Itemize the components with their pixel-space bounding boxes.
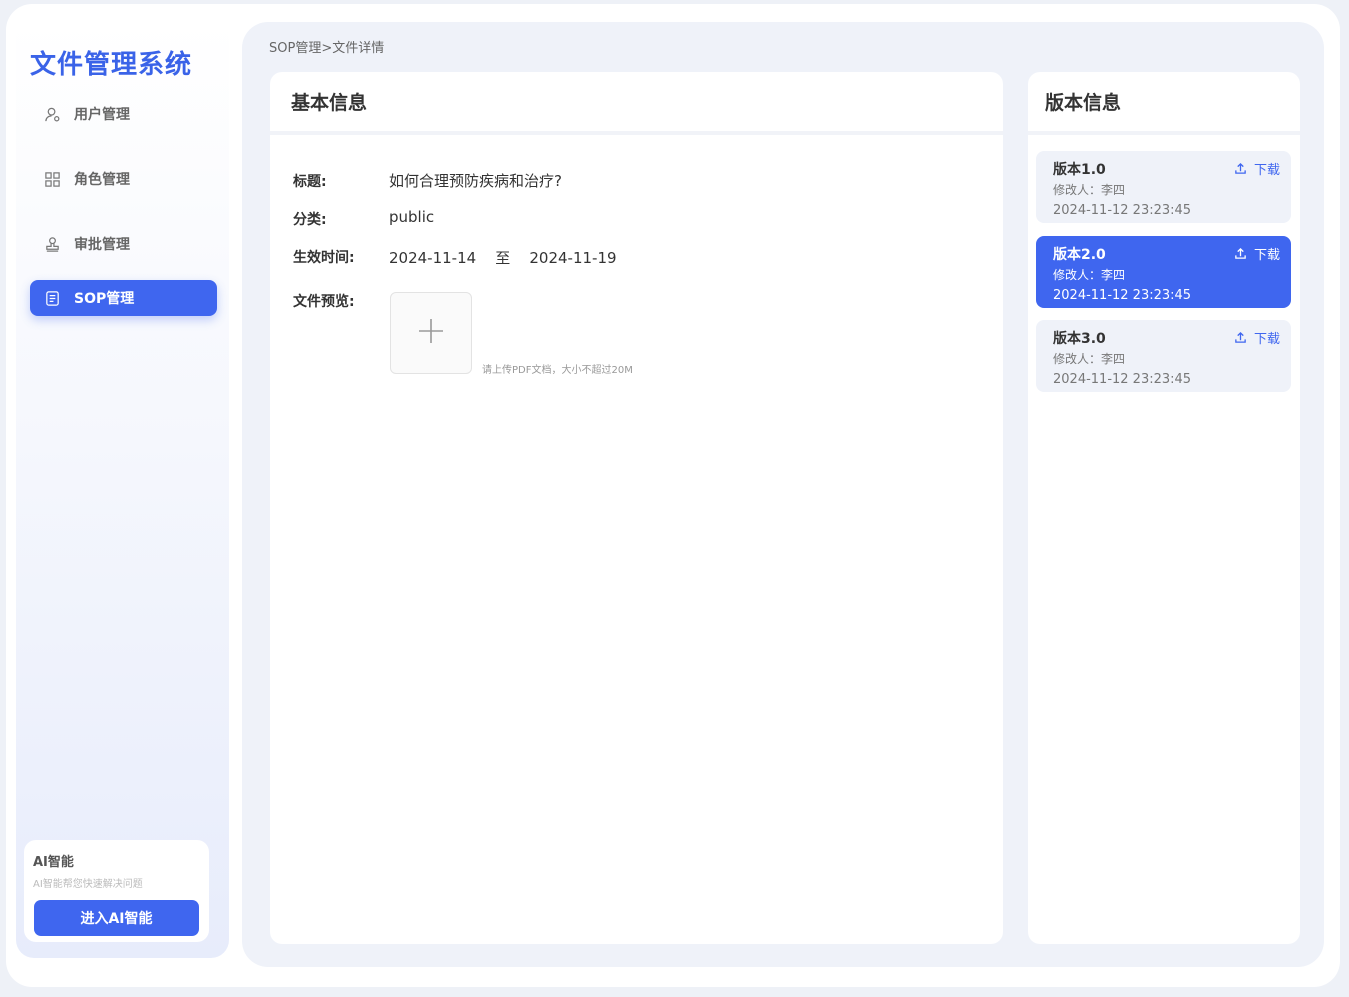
version-editor: 修改人：李四 <box>1053 268 1126 282</box>
title-value: 如何合理预防疾病和治疗? <box>389 172 562 190</box>
plus-icon <box>416 316 446 350</box>
version-editor: 修改人：李四 <box>1053 183 1126 197</box>
sidebar-item-sop[interactable]: SOP管理 <box>30 280 217 316</box>
upload-icon <box>1235 162 1246 174</box>
download-label: 下载 <box>1253 248 1280 263</box>
effective-time-label: 生效时间: <box>293 250 355 266</box>
upload-file-button[interactable] <box>390 292 472 374</box>
sidebar-item-approvals[interactable]: 审批管理 <box>30 226 217 262</box>
main-content: SOP管理>文件详情 基本信息 标题: 如何合理预防疾病和治疗? 分类: pub… <box>242 22 1324 967</box>
ai-card-title: AI智能 <box>33 855 74 870</box>
app-title: 文件管理系统 <box>30 50 193 80</box>
sidebar-item-users[interactable]: 用户管理 <box>30 96 217 132</box>
version-name: 版本3.0 <box>1053 331 1106 347</box>
ai-card-description: AI智能帮您快速解决问题 <box>33 879 143 890</box>
download-label: 下载 <box>1253 332 1280 347</box>
user-icon <box>43 105 61 123</box>
version-name: 版本2.0 <box>1053 247 1106 263</box>
version-editor: 修改人：李四 <box>1053 352 1126 366</box>
ai-card: AI智能 AI智能帮您快速解决问题 进入AI智能 <box>24 840 209 942</box>
enter-ai-button[interactable]: 进入AI智能 <box>34 900 199 936</box>
sidebar: 文件管理系统 用户管理 角色管理 审批管理 SOP管理 AI智能 AI智能帮您快… <box>16 20 229 958</box>
grid-icon <box>43 170 61 188</box>
title-label: 标题: <box>293 174 327 190</box>
version-time: 2024-11-12 23:23:45 <box>1053 203 1192 218</box>
version-name: 版本1.0 <box>1053 162 1106 178</box>
version-card[interactable]: 版本3.0 下载 修改人：李四 2024-11-12 23:23:45 <box>1036 320 1291 392</box>
basic-info-panel: 基本信息 标题: 如何合理预防疾病和治疗? 分类: public 生效时间: 2… <box>270 72 1003 944</box>
effective-start-date: 2024-11-14 <box>389 249 477 267</box>
download-link[interactable]: 下载 <box>1234 244 1280 263</box>
upload-icon <box>1235 331 1246 343</box>
sidebar-item-label: SOP管理 <box>74 291 135 307</box>
stamp-icon <box>43 235 61 253</box>
download-label: 下载 <box>1253 163 1280 178</box>
download-link[interactable]: 下载 <box>1234 328 1280 347</box>
sidebar-item-label: 审批管理 <box>74 237 130 253</box>
version-info-header: 版本信息 <box>1028 72 1300 135</box>
basic-info-header: 基本信息 <box>270 72 1003 135</box>
version-card-selected[interactable]: 版本2.0 下载 修改人：李四 2024-11-12 23:23:45 <box>1036 236 1291 308</box>
download-link[interactable]: 下载 <box>1234 159 1280 178</box>
effective-time-range: 2024-11-14 至 2024-11-19 <box>389 247 617 268</box>
sidebar-item-roles[interactable]: 角色管理 <box>30 161 217 197</box>
version-card[interactable]: 版本1.0 下载 修改人：李四 2024-11-12 23:23:45 <box>1036 151 1291 223</box>
sidebar-item-label: 角色管理 <box>74 172 130 188</box>
category-label: 分类: <box>293 212 327 228</box>
file-preview-label: 文件预览: <box>293 294 355 310</box>
document-icon <box>43 289 61 307</box>
breadcrumb: SOP管理>文件详情 <box>269 41 385 56</box>
upload-icon <box>1235 247 1246 259</box>
effective-end-date: 2024-11-19 <box>529 249 617 267</box>
version-time: 2024-11-12 23:23:45 <box>1053 372 1192 387</box>
upload-hint: 请上传PDF文档，大小不超过20M <box>482 365 633 376</box>
version-info-panel: 版本信息 版本1.0 下载 修改人：李四 2024-11-12 23:23:45… <box>1028 72 1300 944</box>
category-value: public <box>389 208 435 226</box>
version-time: 2024-11-12 23:23:45 <box>1053 288 1192 303</box>
sidebar-item-label: 用户管理 <box>74 107 130 123</box>
effective-separator: 至 <box>495 249 511 267</box>
